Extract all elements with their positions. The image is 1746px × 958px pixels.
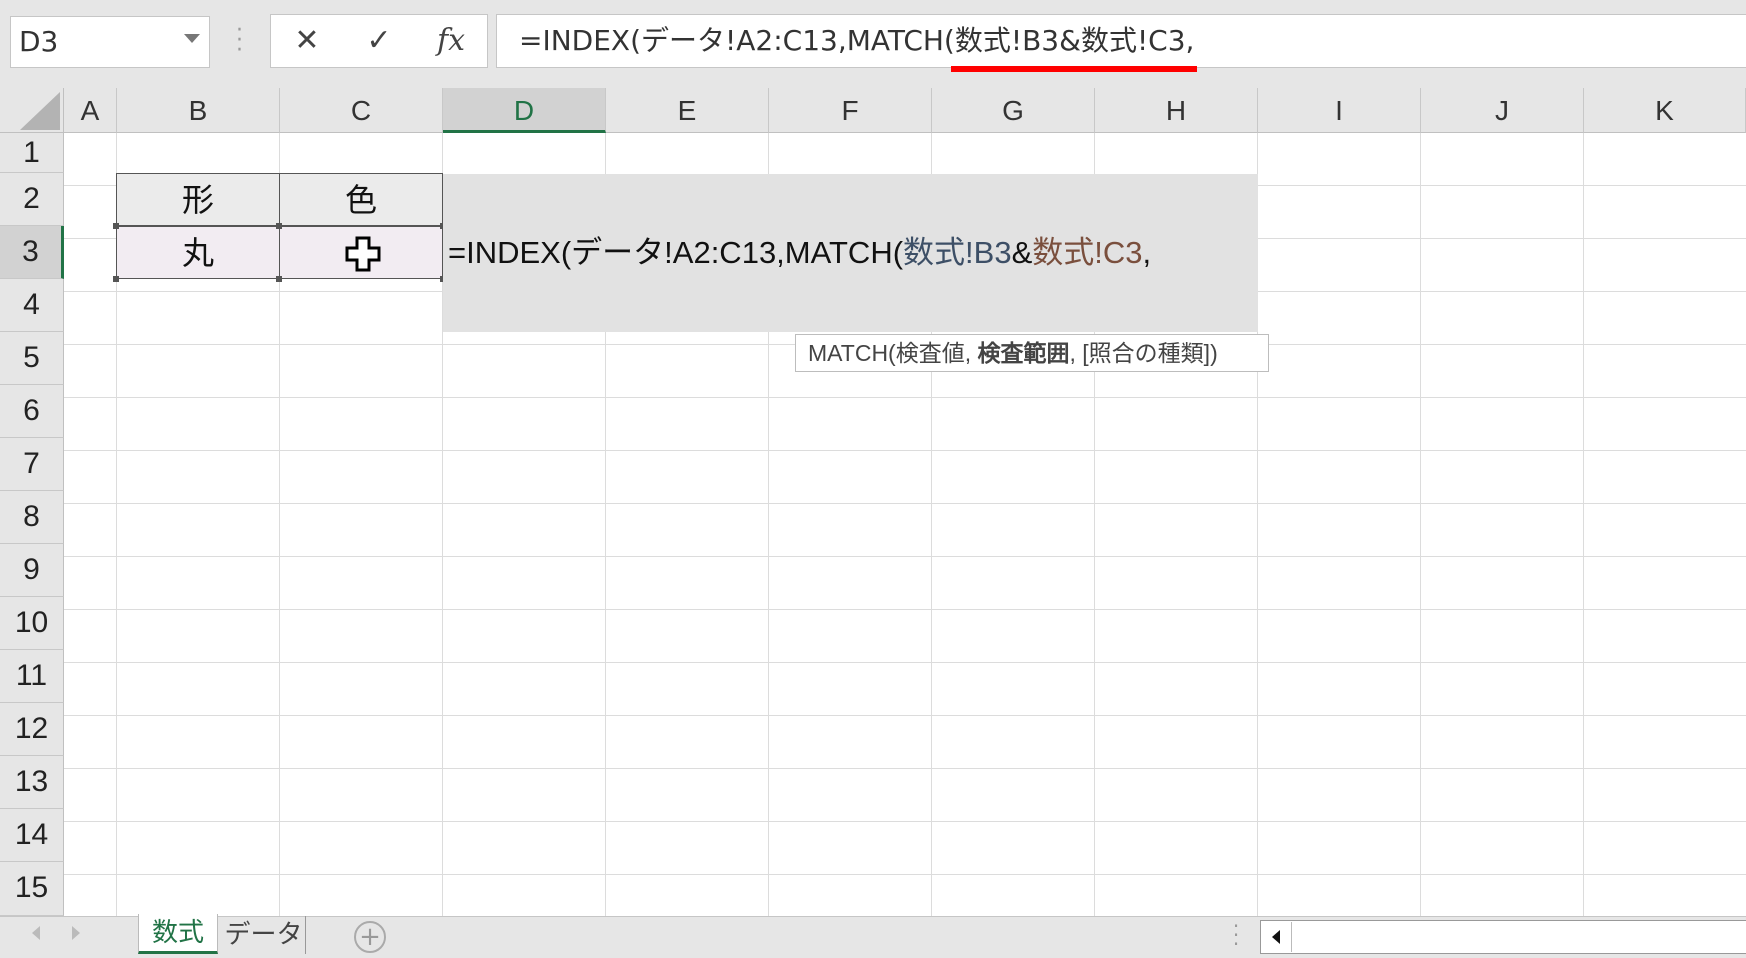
name-box-dropdown-icon[interactable] <box>184 34 200 43</box>
column-header-j[interactable]: J <box>1421 88 1584 133</box>
row-header-11[interactable]: 11 <box>0 650 64 703</box>
column-header-d[interactable]: D <box>443 88 606 133</box>
tooltip-prefix: MATCH(検査値, <box>808 340 978 366</box>
edit-ref-b3: 数式!B3 <box>903 235 1012 270</box>
row-header-7[interactable]: 7 <box>0 438 64 491</box>
column-header-a[interactable]: A <box>64 88 117 133</box>
row-header-12[interactable]: 12 <box>0 703 64 756</box>
column-header-g[interactable]: G <box>932 88 1095 133</box>
row-header-4[interactable]: 4 <box>0 279 64 332</box>
scrollbar-left-arrow-icon[interactable] <box>1262 922 1292 952</box>
function-tooltip[interactable]: MATCH(検査値, 検査範囲, [照合の種類]) <box>795 334 1269 372</box>
column-header-c[interactable]: C <box>280 88 443 133</box>
cell-c2[interactable]: 色 <box>279 173 443 226</box>
column-header-h[interactable]: H <box>1095 88 1258 133</box>
column-header-e[interactable]: E <box>606 88 769 133</box>
highlight-underline <box>951 66 1197 72</box>
row-header-6[interactable]: 6 <box>0 385 64 438</box>
name-box[interactable]: D3 <box>10 16 210 68</box>
insert-function-button[interactable]: fx <box>421 15 481 67</box>
range-handle[interactable] <box>113 276 119 282</box>
row-header-10[interactable]: 10 <box>0 597 64 650</box>
scroll-left-icon[interactable] <box>32 926 40 940</box>
column-header-k[interactable]: K <box>1584 88 1746 133</box>
formula-input[interactable]: =INDEX(データ!A2:C13,MATCH(数式!B3&数式!C3, <box>496 14 1746 68</box>
select-all-triangle-icon[interactable] <box>20 92 60 130</box>
gridline <box>1583 133 1584 916</box>
enter-icon[interactable]: ✓ <box>349 15 409 67</box>
formula-buttons: ✕ ✓ fx <box>270 14 488 68</box>
range-handle[interactable] <box>113 223 119 229</box>
cancel-icon[interactable]: ✕ <box>277 15 337 67</box>
range-handle[interactable] <box>276 276 282 282</box>
edit-ampersand: & <box>1011 235 1033 270</box>
tooltip-current-arg[interactable]: 検査範囲 <box>978 340 1070 366</box>
row-header-14[interactable]: 14 <box>0 809 64 862</box>
cell-d3-editor[interactable]: =INDEX(データ!A2:C13,MATCH(数式!B3&数式!C3, <box>448 226 1151 280</box>
range-handle[interactable] <box>276 223 282 229</box>
cell-select-cursor-icon <box>345 236 381 272</box>
row-header-8[interactable]: 8 <box>0 491 64 544</box>
row-header-5[interactable]: 5 <box>0 332 64 385</box>
row-header-13[interactable]: 13 <box>0 756 64 809</box>
column-header-f[interactable]: F <box>769 88 932 133</box>
row-header-9[interactable]: 9 <box>0 544 64 597</box>
edit-tail: , <box>1142 235 1152 270</box>
scroll-right-icon[interactable] <box>72 926 80 940</box>
cell-b3[interactable]: 丸 <box>116 226 280 279</box>
tooltip-suffix: , [照合の種類]) <box>1069 340 1218 366</box>
row-header-3[interactable]: 3 <box>0 226 64 279</box>
cell-b2[interactable]: 形 <box>116 173 280 226</box>
add-sheet-icon[interactable]: + <box>354 921 386 953</box>
sheet-tab-data[interactable]: データ <box>222 916 306 954</box>
horizontal-scrollbar[interactable] <box>1260 920 1746 954</box>
gridline <box>1420 133 1421 916</box>
column-header-b[interactable]: B <box>117 88 280 133</box>
formula-bar-grip-icon[interactable]: · · · <box>236 20 243 62</box>
tab-split-grip-icon[interactable]: · · · <box>1232 916 1240 954</box>
sheet-tab-active[interactable]: 数式 <box>138 914 218 954</box>
column-header-i[interactable]: I <box>1258 88 1421 133</box>
row-header-2[interactable]: 2 <box>0 173 64 226</box>
row-header-1[interactable]: 1 <box>0 133 64 173</box>
edit-formula-part: =INDEX(データ!A2:C13,MATCH( <box>448 235 904 270</box>
edit-ref-c3: 数式!C3 <box>1032 235 1143 270</box>
row-header-15[interactable]: 15 <box>0 862 64 916</box>
